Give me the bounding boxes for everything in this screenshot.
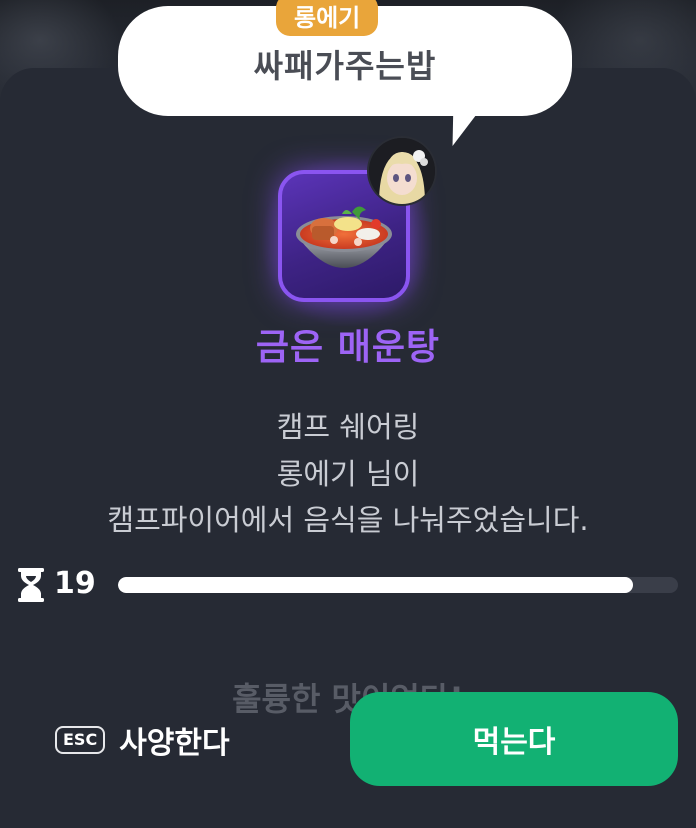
item-name: 금은 매운탕	[255, 327, 441, 368]
decline-button[interactable]: ESC 사양한다	[55, 718, 230, 762]
spicy-fish-stew-bowl-icon	[296, 206, 392, 268]
eat-button[interactable]: 먹는다	[350, 692, 678, 786]
speech-message: 싸패가주는밥	[253, 47, 437, 85]
speech-bubble: 롱에기 싸패가주는밥	[118, 0, 572, 116]
description-message: 캠프파이어에서 음식을 나눠주었습니다.	[107, 503, 589, 537]
avatar-portrait-icon	[369, 138, 435, 204]
esc-key-hint: ESC	[55, 726, 106, 754]
timer-progress-bar	[118, 577, 678, 593]
description-sender: 롱에기 님이	[276, 457, 420, 491]
description-title: 캠프 쉐어링	[276, 410, 420, 444]
sender-avatar	[369, 138, 435, 204]
timer-seconds: 19	[54, 566, 96, 601]
hourglass-icon	[18, 568, 44, 602]
decline-label: 사양한다	[119, 726, 230, 761]
timer-progress-fill	[118, 577, 634, 593]
sender-name-tag: 롱에기	[276, 0, 379, 36]
